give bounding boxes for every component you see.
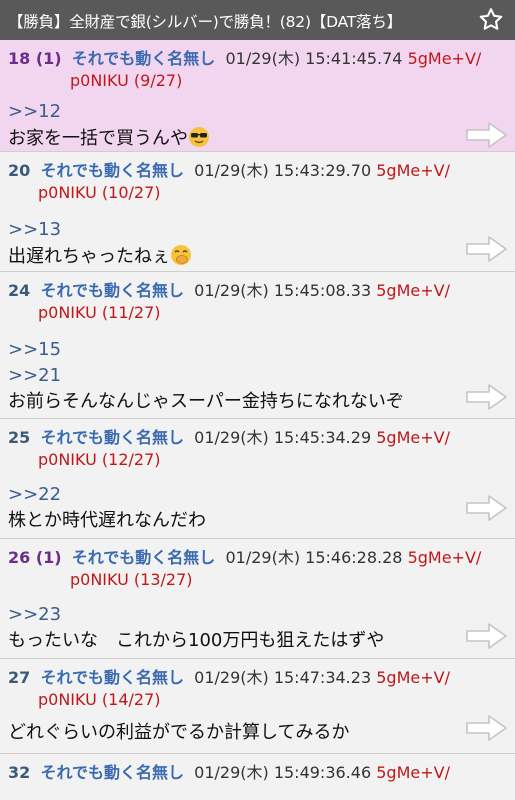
- post-body: 出遅れちゃったねぇ: [8, 244, 192, 269]
- reply-arrow-icon[interactable]: [465, 382, 509, 412]
- reply-anchor[interactable]: >>22: [8, 483, 61, 507]
- post-number[interactable]: 32: [8, 763, 30, 782]
- post-header-line2: p0NIKU (10/27): [38, 182, 507, 204]
- poster-name: それでも動く名無し: [71, 548, 216, 567]
- post-number[interactable]: 24: [8, 281, 30, 300]
- id-post-count[interactable]: (11/27): [102, 303, 161, 322]
- reply-arrow-icon[interactable]: [465, 621, 509, 651]
- reply-count[interactable]: (1): [30, 49, 62, 68]
- reply-arrow-icon[interactable]: [465, 234, 509, 264]
- post-header: 32 それでも動く名無し 01/29(木) 15:49:36.46 5gMe+V…: [8, 762, 507, 784]
- reply-anchor[interactable]: >>12: [8, 100, 61, 124]
- poster-name: それでも動く名無し: [40, 281, 184, 300]
- reply-arrow-icon[interactable]: [465, 713, 509, 743]
- post-18[interactable]: 18 (1) それでも動く名無し 01/29(木) 15:41:45.74 5g…: [0, 40, 515, 152]
- poster-id[interactable]: 5gMe+V/: [376, 668, 450, 687]
- post-25[interactable]: 25 それでも動く名無し 01/29(木) 15:45:34.29 5gMe+V…: [0, 419, 515, 539]
- hand-over-mouth-emoji-icon: [171, 245, 191, 265]
- poster-id[interactable]: 5gMe+V/: [408, 49, 482, 68]
- post-body: 株とか時代遅れなんだわ: [8, 510, 206, 531]
- reply-anchor[interactable]: >>21: [8, 364, 61, 388]
- id-post-count[interactable]: (9/27): [134, 71, 182, 90]
- post-24[interactable]: 24 それでも動く名無し 01/29(木) 15:45:08.33 5gMe+V…: [0, 272, 515, 419]
- post-date: 01/29(木) 15:45:08.33: [194, 281, 372, 300]
- poster-name: それでも動く名無し: [40, 428, 184, 447]
- post-number[interactable]: 27: [8, 668, 30, 687]
- post-header: 20 それでも動く名無し 01/29(木) 15:43:29.70 5gMe+V…: [8, 160, 507, 182]
- post-body-text: 出遅れちゃったねぇ: [8, 246, 170, 267]
- id-post-count[interactable]: (14/27): [102, 690, 161, 709]
- post-body: お前らそんなんじゃスーパー金持ちになれないぞ: [8, 391, 404, 412]
- post-date: 01/29(木) 15:47:34.23: [194, 668, 372, 687]
- id-post-count[interactable]: (12/27): [102, 450, 161, 469]
- post-header-line2: p0NIKU (9/27): [70, 70, 507, 92]
- poster-id[interactable]: 5gMe+V/: [376, 281, 450, 300]
- post-number[interactable]: 25: [8, 428, 30, 447]
- poster-id[interactable]: 5gMe+V/: [376, 161, 450, 180]
- post-date: 01/29(木) 15:43:29.70: [194, 161, 372, 180]
- post-date: 01/29(木) 15:49:36.46: [194, 763, 372, 782]
- poster-name: それでも動く名無し: [71, 49, 216, 68]
- post-20[interactable]: 20 それでも動く名無し 01/29(木) 15:43:29.70 5gMe+V…: [0, 152, 515, 272]
- poster-id[interactable]: 5gMe+V/: [376, 428, 450, 447]
- poster-id-cont[interactable]: p0NIKU: [70, 570, 129, 589]
- reply-anchor[interactable]: >>13: [8, 218, 61, 242]
- star-icon[interactable]: [477, 6, 505, 34]
- thread-title: 【勝負】全財産で銀(シルバー)で勝負！(82)【DAT落ち】: [8, 13, 402, 31]
- reply-anchor[interactable]: >>23: [8, 603, 61, 627]
- id-post-count[interactable]: (10/27): [102, 183, 161, 202]
- reply-count[interactable]: (1): [30, 548, 62, 567]
- sunglasses-emoji-icon: [189, 127, 209, 147]
- post-header: 26 (1) それでも動く名無し 01/29(木) 15:46:28.28 5g…: [8, 547, 507, 569]
- post-header-line2: p0NIKU (14/27): [38, 689, 507, 711]
- post-header-line2: p0NIKU (13/27): [70, 569, 507, 591]
- reply-arrow-icon[interactable]: [465, 120, 509, 150]
- post-number[interactable]: 20: [8, 161, 30, 180]
- post-header-line2: p0NIKU (11/27): [38, 302, 507, 324]
- post-body: どれぐらいの利益がでるか計算してみるか: [8, 722, 350, 743]
- poster-id-cont[interactable]: p0NIKU: [38, 690, 97, 709]
- post-date: 01/29(木) 15:41:45.74: [225, 49, 403, 68]
- poster-name: それでも動く名無し: [40, 763, 184, 782]
- post-body: もったいな これから100万円も狙えたはずや: [8, 630, 385, 651]
- post-27[interactable]: 27 それでも動く名無し 01/29(木) 15:47:34.23 5gMe+V…: [0, 659, 515, 754]
- post-header-line2: p0NIKU (12/27): [38, 449, 507, 471]
- reply-anchor[interactable]: >>15: [8, 338, 61, 362]
- post-header: 27 それでも動く名無し 01/29(木) 15:47:34.23 5gMe+V…: [8, 667, 507, 689]
- post-body-text: お家を一括で買うんや: [8, 128, 188, 149]
- post-header: 18 (1) それでも動く名無し 01/29(木) 15:41:45.74 5g…: [8, 48, 507, 70]
- post-number[interactable]: 18: [8, 49, 30, 68]
- post-date: 01/29(木) 15:46:28.28: [225, 548, 403, 567]
- post-header: 25 それでも動く名無し 01/29(木) 15:45:34.29 5gMe+V…: [8, 427, 507, 449]
- poster-id-cont[interactable]: p0NIKU: [70, 71, 129, 90]
- title-bar: 【勝負】全財産で銀(シルバー)で勝負！(82)【DAT落ち】: [0, 0, 515, 40]
- poster-name: それでも動く名無し: [40, 161, 184, 180]
- post-header: 24 それでも動く名無し 01/29(木) 15:45:08.33 5gMe+V…: [8, 280, 507, 302]
- poster-id[interactable]: 5gMe+V/: [408, 548, 482, 567]
- poster-id-cont[interactable]: p0NIKU: [38, 303, 97, 322]
- post-26[interactable]: 26 (1) それでも動く名無し 01/29(木) 15:46:28.28 5g…: [0, 539, 515, 659]
- post-number[interactable]: 26: [8, 548, 30, 567]
- reply-arrow-icon[interactable]: [465, 493, 509, 523]
- post-32[interactable]: 32 それでも動く名無し 01/29(木) 15:49:36.46 5gMe+V…: [0, 754, 515, 800]
- post-date: 01/29(木) 15:45:34.29: [194, 428, 372, 447]
- post-list: 18 (1) それでも動く名無し 01/29(木) 15:41:45.74 5g…: [0, 40, 515, 800]
- poster-name: それでも動く名無し: [40, 668, 184, 687]
- poster-id-cont[interactable]: p0NIKU: [38, 183, 97, 202]
- post-body: お家を一括で買うんや: [8, 126, 210, 151]
- id-post-count[interactable]: (13/27): [134, 570, 193, 589]
- poster-id-cont[interactable]: p0NIKU: [38, 450, 97, 469]
- poster-id[interactable]: 5gMe+V/: [376, 763, 450, 782]
